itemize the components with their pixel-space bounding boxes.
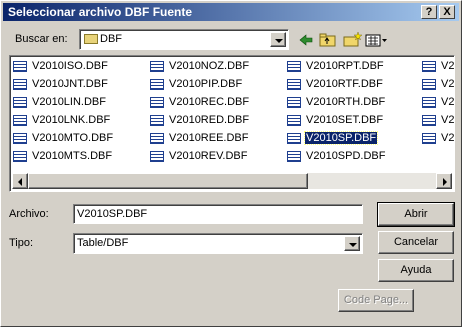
dbf-file-icon — [150, 79, 164, 90]
file-name: V2010MTS.DBF — [32, 150, 113, 162]
file-list[interactable]: V2010ISO.DBF V2010JNT.DBF V2010LIN.DBF V201… — [9, 55, 455, 192]
file-name: V2010RTF.DBF — [306, 78, 383, 90]
dbf-file-icon — [150, 97, 164, 108]
file-name: V2010REE.DBF — [169, 132, 249, 144]
filetype-combo[interactable]: Table/DBF — [73, 233, 363, 254]
file-name: V2010REV.DBF — [169, 150, 248, 162]
file-name: V2010RPT.DBF — [306, 60, 384, 72]
dbf-file-icon — [13, 79, 27, 90]
file-name: V2010RED.DBF — [169, 114, 250, 126]
open-button[interactable]: Abrir — [377, 202, 455, 227]
file-name: V2010SP.DBF — [303, 131, 379, 145]
file-name: V2010MTO.DBF — [32, 132, 114, 144]
chevron-down-icon[interactable] — [344, 236, 360, 251]
title-bar: Seleccionar archivo DBF Fuente ? X — [3, 3, 459, 21]
dbf-file-icon — [422, 79, 436, 90]
dbf-file-icon — [422, 97, 436, 108]
dbf-file-icon — [150, 61, 164, 72]
file-name: V2010PIP.DBF — [169, 78, 243, 90]
dbf-file-icon — [150, 151, 164, 162]
dialog-title: Seleccionar archivo DBF Fuente — [8, 5, 193, 19]
file-name: V2 — [441, 132, 455, 144]
scroll-left-icon[interactable] — [12, 173, 28, 189]
lookin-value: DBF — [100, 33, 122, 45]
dbf-file-icon — [287, 61, 301, 72]
new-folder-icon[interactable] — [341, 30, 363, 50]
view-menu-icon[interactable] — [363, 30, 387, 50]
lookin-combo[interactable]: DBF — [79, 29, 289, 50]
file-name: V2010LIN.DBF — [32, 96, 106, 108]
scroll-right-icon[interactable] — [436, 173, 452, 189]
file-name: V2010RTH.DBF — [306, 96, 386, 108]
dbf-file-icon — [150, 133, 164, 144]
file-name: V2010LNK.DBF — [32, 114, 111, 126]
file-name: V2 — [441, 78, 455, 90]
file-name: V2010NOZ.DBF — [169, 60, 250, 72]
horizontal-scrollbar[interactable] — [12, 173, 452, 189]
dbf-file-icon — [422, 133, 436, 144]
lookin-label: Buscar en: — [15, 33, 68, 45]
dbf-file-icon — [287, 97, 301, 108]
filetype-value: Table/DBF — [77, 237, 129, 249]
scroll-thumb[interactable] — [28, 173, 308, 189]
help-title-button[interactable]: ? — [421, 5, 437, 19]
file-name: V2 — [441, 114, 455, 126]
filetype-label: Tipo: — [9, 237, 34, 249]
file-name: V2010SET.DBF — [306, 114, 384, 126]
dbf-file-icon — [13, 133, 27, 144]
codepage-button[interactable]: Code Page... — [338, 289, 414, 312]
dbf-file-icon — [422, 115, 436, 126]
file-name: V2 — [441, 60, 455, 72]
file-name: V2010ISO.DBF — [32, 60, 108, 72]
dbf-file-icon — [287, 133, 301, 144]
dbf-file-icon — [422, 61, 436, 72]
back-arrow-icon[interactable] — [295, 30, 317, 50]
dbf-file-icon — [13, 61, 27, 72]
file-name: V2010REC.DBF — [169, 96, 250, 108]
chevron-down-icon[interactable] — [270, 32, 286, 47]
file-name: V2010SPD.DBF — [306, 150, 386, 162]
cancel-button[interactable]: Cancelar — [378, 231, 454, 254]
close-button[interactable]: X — [439, 5, 455, 19]
filename-label: Archivo: — [9, 208, 49, 220]
help-button[interactable]: Ayuda — [378, 259, 454, 282]
dbf-file-icon — [287, 79, 301, 90]
dbf-file-icon — [13, 115, 27, 126]
file-name: V2 — [441, 96, 455, 108]
dbf-file-icon — [287, 151, 301, 162]
file-name: V2010JNT.DBF — [32, 78, 108, 90]
folder-icon — [84, 34, 98, 44]
dbf-file-icon — [13, 151, 27, 162]
dbf-file-icon — [150, 115, 164, 126]
dbf-file-icon — [13, 97, 27, 108]
up-folder-icon[interactable] — [317, 30, 339, 50]
dbf-file-icon — [287, 115, 301, 126]
file-dialog: Seleccionar archivo DBF Fuente ? X Busca… — [0, 0, 462, 327]
filename-input[interactable]: V2010SP.DBF — [73, 204, 363, 224]
filename-value: V2010SP.DBF — [77, 208, 148, 220]
